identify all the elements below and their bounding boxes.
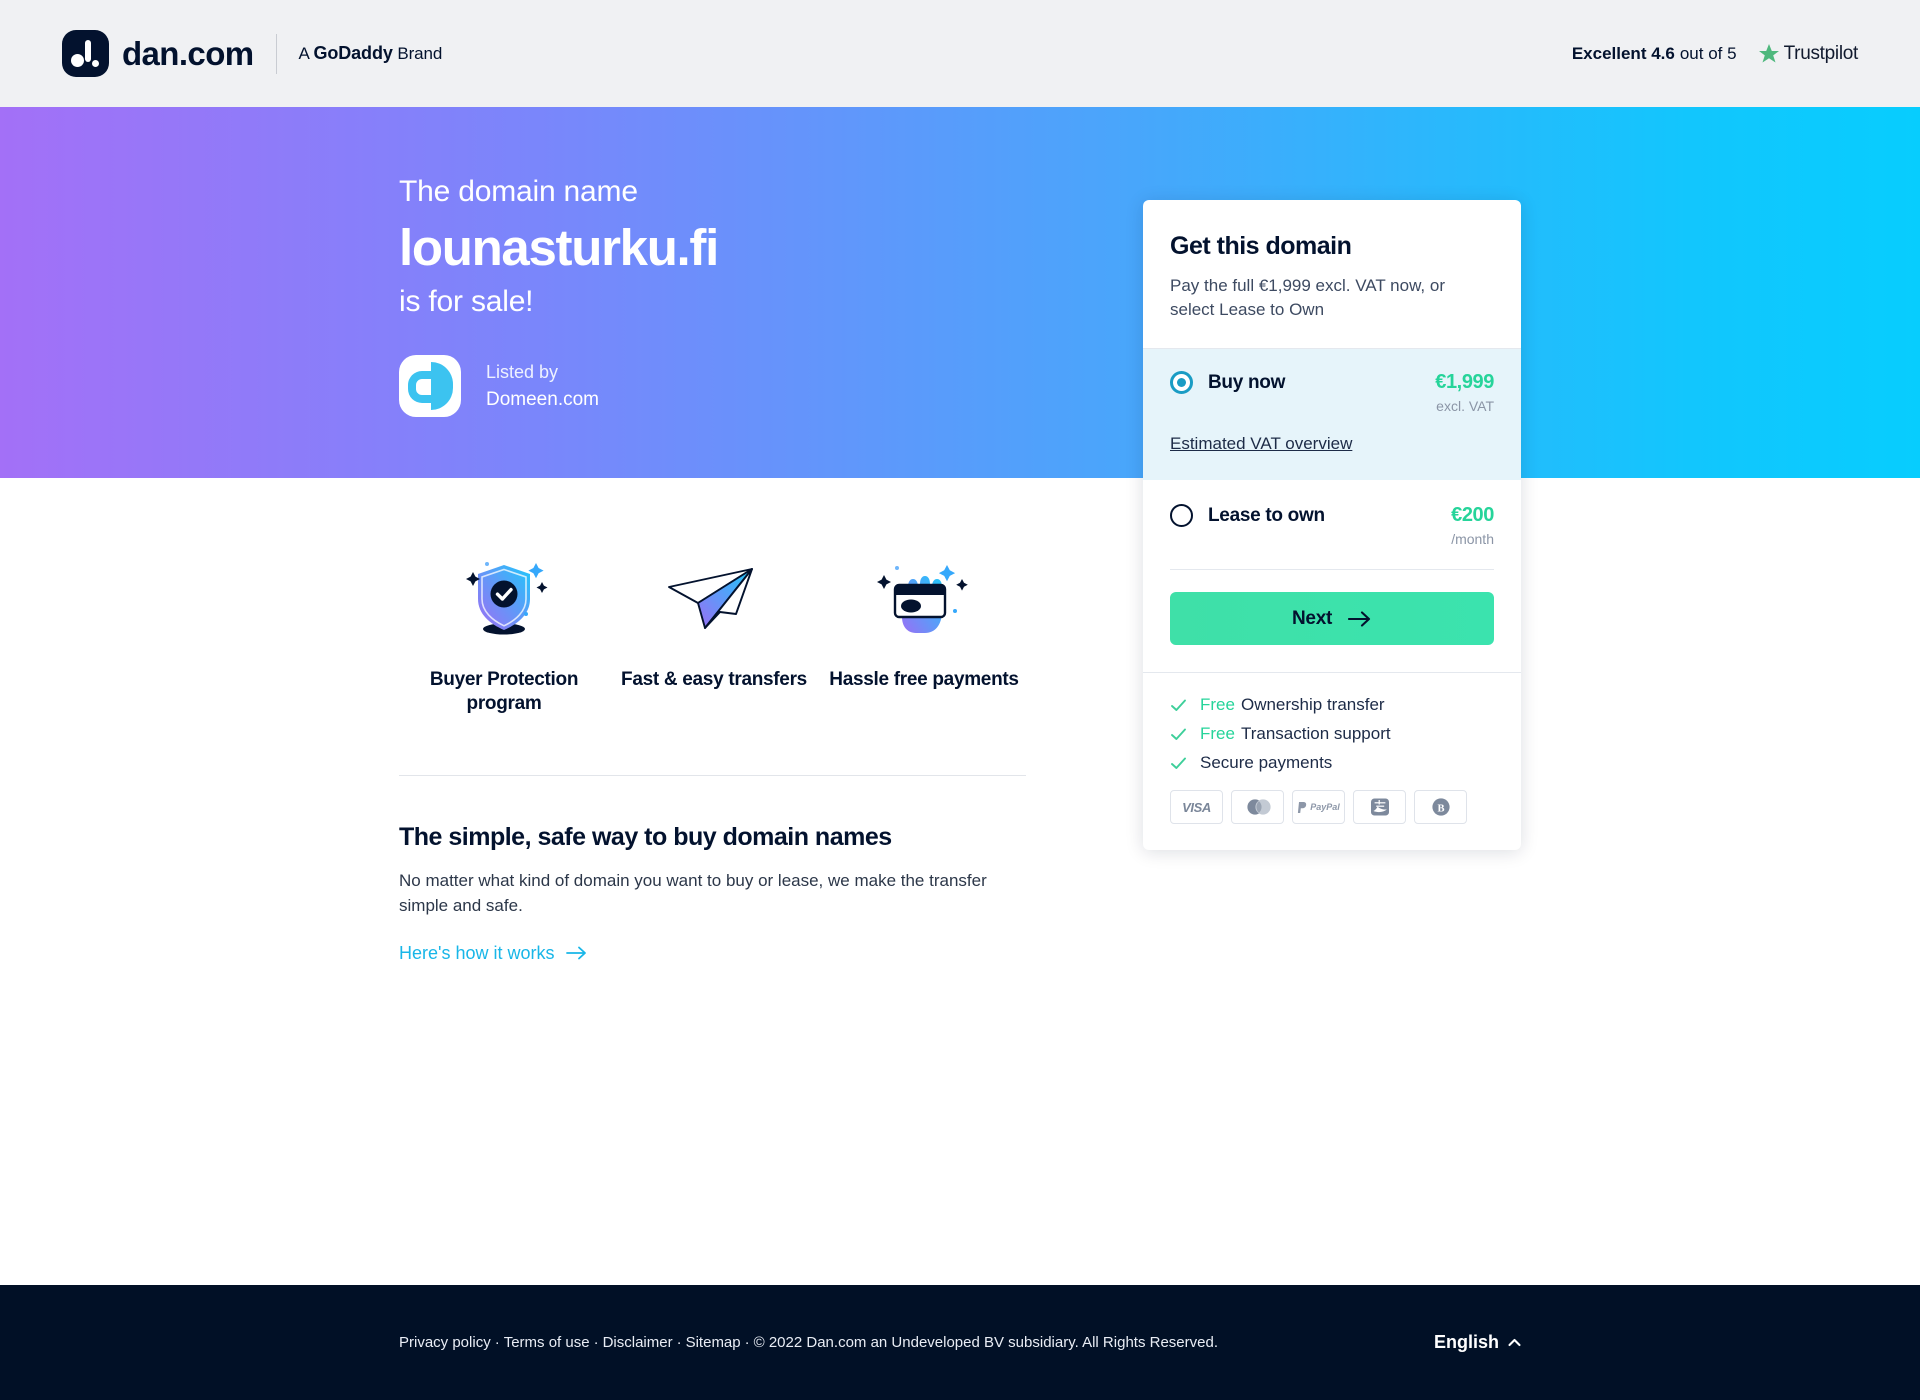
card-header: Get this domain Pay the full €1,999 excl… (1143, 200, 1521, 348)
vat-overview-link[interactable]: Estimated VAT overview (1170, 434, 1352, 454)
benefit-text: Transaction support (1240, 724, 1391, 744)
shield-check-icon (399, 556, 609, 644)
footer-link-disclaimer[interactable]: Disclaimer (603, 1334, 673, 1351)
benefit-item: Free Ownership transfer (1170, 695, 1494, 715)
footer-links: Privacy policy · Terms of use · Disclaimer · S… (399, 1334, 1218, 1351)
benefit-free-tag: Free (1200, 695, 1235, 715)
trust-outof: out of 5 (1679, 43, 1737, 63)
benefit-item: Free Transaction support (1170, 724, 1494, 744)
check-icon (1170, 755, 1187, 772)
hero-banner: The domain name lounasturku.fi is for sa… (0, 107, 1920, 478)
godaddy-brand-tag: A GoDaddy Brand (299, 43, 443, 64)
trustpilot-name: Trustpilot (1783, 42, 1859, 64)
lease-to-own-price: €200 (1451, 504, 1494, 527)
lease-to-own-label: Lease to own (1208, 504, 1325, 526)
section-divider (399, 774, 1026, 776)
feature-item: Buyer Protection program (399, 556, 609, 717)
paypal-icon: PayPal (1292, 790, 1345, 825)
footer-link-terms[interactable]: Terms of use (504, 1334, 590, 1351)
card-title: Get this domain (1170, 232, 1352, 260)
bitcoin-icon: B (1414, 790, 1467, 825)
section-body: No matter what kind of domain you want t… (399, 870, 987, 916)
buy-now-note: excl. VAT (1436, 398, 1494, 415)
language-selector[interactable]: English (1434, 1332, 1521, 1353)
main-content: Buyer Protection program Fast & easy tra… (0, 556, 1920, 964)
feature-item: Hassle free payments (819, 556, 1029, 717)
alipay-icon (1353, 790, 1406, 825)
hand-card-icon (819, 556, 1029, 644)
paypal-label: PayPal (1310, 802, 1340, 813)
site-footer: Privacy policy · Terms of use · Disclaimer · S… (0, 1285, 1920, 1400)
check-icon (1170, 726, 1187, 743)
how-it-works-link[interactable]: Here's how it works (399, 943, 588, 964)
dan-logo-icon (62, 30, 109, 77)
arrow-right-icon (1347, 611, 1371, 627)
footer-link-sitemap[interactable]: Sitemap (686, 1334, 741, 1351)
buy-now-radio[interactable] (1170, 371, 1193, 395)
feature-label: Fast & easy transfers (621, 669, 807, 690)
payment-methods: VISA PayPal B (1170, 790, 1494, 825)
visa-label: VISA (1182, 799, 1211, 815)
language-label: English (1433, 1332, 1499, 1352)
lease-to-own-radio[interactable] (1170, 504, 1193, 528)
benefit-text: Secure payments (1200, 753, 1333, 773)
feature-label: Hassle free payments (829, 669, 1019, 690)
buy-now-label: Buy now (1208, 371, 1286, 393)
card-subtitle: Pay the full €1,999 excl. VAT now, or se… (1170, 276, 1445, 320)
next-button-label: Next (1292, 607, 1332, 629)
trustpilot-logo: Trustpilot (1757, 42, 1858, 66)
card-footer: Free Ownership transfer Free Transaction… (1143, 672, 1521, 850)
feature-label: Buyer Protection program (429, 669, 579, 715)
check-icon (1170, 697, 1187, 714)
brand-sub-suffix: Brand (392, 44, 443, 63)
brand-name: dan.com (122, 34, 254, 72)
trustpilot-star-icon (1758, 43, 1779, 62)
seller-name[interactable]: Domeen.com (486, 389, 599, 411)
trustpilot-rating[interactable]: Excellent 4.6 out of 5 Trustpilot (1572, 42, 1858, 66)
chevron-up-icon (1508, 1338, 1521, 1347)
arrow-right-icon (566, 946, 587, 960)
feature-item: Fast & easy transfers (609, 556, 819, 717)
benefit-free-tag: Free (1200, 724, 1235, 744)
buy-now-option[interactable]: Buy now €1,999 excl. VAT Estimated VAT o… (1143, 348, 1521, 481)
paper-plane-icon (609, 556, 819, 644)
lease-to-own-note: /month (1451, 531, 1494, 548)
buy-now-price: €1,999 (1435, 371, 1494, 394)
site-header: dan.com A GoDaddy Brand Excellent 4.6 ou… (0, 0, 1920, 107)
next-button[interactable]: Next (1170, 592, 1494, 646)
mastercard-icon (1231, 790, 1284, 825)
trust-score: Excellent 4.6 (1571, 43, 1675, 63)
feature-list: Buyer Protection program Fast & easy tra… (399, 556, 1029, 717)
purchase-card: Get this domain Pay the full €1,999 excl… (1143, 200, 1521, 851)
svg-text:B: B (1437, 804, 1444, 815)
lease-to-own-option[interactable]: Lease to own €200 /month (1143, 480, 1521, 571)
visa-icon: VISA (1170, 790, 1223, 825)
benefit-text: Ownership transfer (1240, 695, 1385, 715)
brand-sub-prefix: A (298, 44, 314, 63)
footer-copyright: © 2022 Dan.com an Undeveloped BV subsidi… (753, 1334, 1218, 1351)
seller-avatar-icon (399, 355, 461, 418)
listed-by-label: Listed by (486, 361, 559, 382)
brand-logo[interactable]: dan.com A GoDaddy Brand (62, 30, 442, 77)
benefit-item: Secure payments (1170, 753, 1494, 773)
brand-sub-bold: GoDaddy (313, 43, 393, 63)
footer-link-privacy[interactable]: Privacy policy (399, 1334, 491, 1351)
brand-divider (275, 33, 277, 74)
how-it-works-label: Here's how it works (399, 942, 555, 963)
